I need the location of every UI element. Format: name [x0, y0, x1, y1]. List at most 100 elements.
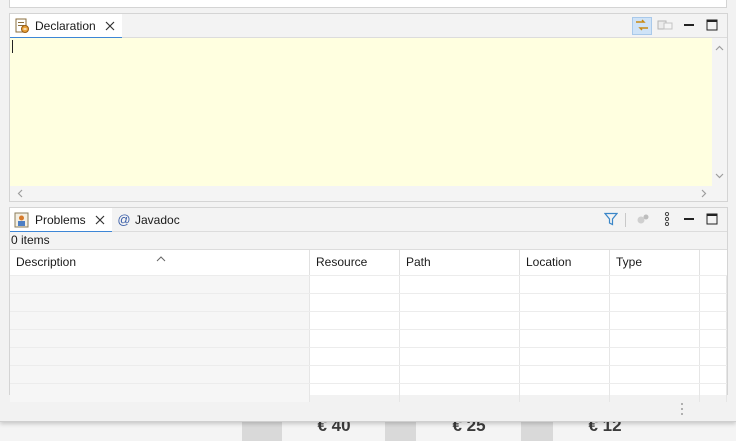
- scroll-up-icon[interactable]: [713, 41, 726, 54]
- column-header-description[interactable]: Description: [10, 250, 310, 275]
- column-label: Type: [616, 255, 643, 269]
- maximize-button[interactable]: [702, 17, 722, 35]
- filter-icon: [603, 212, 619, 229]
- tab-problems[interactable]: Problems: [10, 208, 112, 233]
- configure-contents-icon: [636, 212, 650, 229]
- minimize-button[interactable]: [679, 211, 699, 229]
- maximize-button[interactable]: [702, 211, 722, 229]
- text-caret: [12, 40, 13, 53]
- column-label: Path: [406, 255, 431, 269]
- close-icon[interactable]: [92, 212, 108, 228]
- table-cell: [610, 330, 700, 348]
- maximize-icon: [706, 19, 718, 34]
- table-cell: [400, 384, 520, 402]
- resize-grip-icon[interactable]: [681, 403, 683, 415]
- table-cell: [400, 294, 520, 312]
- sort-ascending-icon: [156, 247, 166, 262]
- table-cell: [520, 330, 610, 348]
- table-cell: [520, 312, 610, 330]
- column-header-type[interactable]: Type: [610, 250, 700, 275]
- tab-label: Javadoc: [135, 213, 180, 227]
- table-cell: [310, 276, 400, 294]
- table-cell: [310, 312, 400, 330]
- table-cell: [610, 312, 700, 330]
- column-label: Resource: [316, 255, 368, 269]
- table-row: [10, 311, 727, 330]
- open-input-icon: [657, 18, 673, 35]
- declaration-view: Declaration: [9, 13, 728, 202]
- table-cell: [10, 384, 310, 402]
- table-cell: [700, 312, 727, 330]
- table-cell: [10, 294, 310, 312]
- column-label: Location: [526, 255, 572, 269]
- problems-table: Description Resource Path Location Type: [10, 249, 727, 402]
- filter-button[interactable]: [601, 211, 621, 229]
- problems-tabbar: Problems @ Javadoc: [10, 208, 727, 233]
- minimize-icon: [683, 213, 695, 228]
- table-cell: [610, 348, 700, 366]
- view-menu-button[interactable]: [657, 211, 677, 229]
- column-header-resource[interactable]: Resource: [310, 250, 400, 275]
- minimize-icon: [683, 19, 695, 34]
- table-cell: [520, 366, 610, 384]
- table-row: [10, 275, 727, 294]
- table-cell: [700, 294, 727, 312]
- table-cell: [700, 348, 727, 366]
- tab-label: Problems: [35, 212, 86, 227]
- table-cell: [610, 294, 700, 312]
- table-cell: [10, 312, 310, 330]
- vertical-scrollbar[interactable]: [712, 38, 727, 186]
- table-cell: [520, 348, 610, 366]
- table-cell: [310, 384, 400, 402]
- open-input-button[interactable]: [655, 17, 675, 35]
- table-cell: [400, 366, 520, 384]
- table-cell: [700, 330, 727, 348]
- column-label: Description: [16, 255, 77, 269]
- table-cell: [520, 294, 610, 312]
- problems-count: 0 items: [10, 232, 727, 249]
- at-sign-icon: @: [117, 212, 131, 227]
- scroll-left-icon[interactable]: [13, 187, 26, 200]
- horizontal-scrollbar[interactable]: [10, 186, 727, 201]
- table-cell: [610, 366, 700, 384]
- table-row: [10, 347, 727, 366]
- table-cell: [610, 276, 700, 294]
- tab-declaration[interactable]: Declaration: [10, 14, 122, 39]
- declaration-view-icon: [14, 18, 30, 34]
- column-header-location[interactable]: Location: [520, 250, 610, 275]
- declaration-tabbar: Declaration: [10, 14, 727, 39]
- table-cell: [310, 348, 400, 366]
- upper-pane-edge: [9, 0, 727, 8]
- table-row: [10, 365, 727, 384]
- toolbar-separator: [625, 213, 626, 227]
- table-cell: [520, 384, 610, 402]
- link-with-editor-button[interactable]: [632, 17, 652, 35]
- table-cell: [700, 366, 727, 384]
- close-icon[interactable]: [102, 18, 118, 34]
- tab-javadoc[interactable]: @ Javadoc: [113, 208, 184, 232]
- table-cell: [10, 276, 310, 294]
- table-row: [10, 383, 727, 402]
- table-cell: [400, 276, 520, 294]
- table-cell: [10, 330, 310, 348]
- scroll-down-icon[interactable]: [713, 169, 726, 182]
- scroll-right-icon[interactable]: [697, 187, 710, 200]
- table-cell: [520, 276, 610, 294]
- table-cell: [400, 330, 520, 348]
- table-row: [10, 329, 727, 348]
- table-cell: [400, 312, 520, 330]
- declaration-source-area[interactable]: [10, 38, 712, 186]
- link-with-editor-icon: [634, 18, 650, 35]
- table-cell: [700, 276, 727, 294]
- table-cell: [310, 366, 400, 384]
- configure-contents-button[interactable]: [633, 211, 653, 229]
- table-cell: [10, 366, 310, 384]
- minimize-button[interactable]: [679, 17, 699, 35]
- table-cell: [700, 384, 727, 402]
- tab-label: Declaration: [35, 18, 96, 33]
- ide-window: Declaration Problems @ Javadoc 0 items D…: [0, 0, 736, 422]
- column-header-path[interactable]: Path: [400, 250, 520, 275]
- view-menu-icon: [664, 211, 670, 229]
- table-cell: [310, 330, 400, 348]
- maximize-icon: [706, 213, 718, 228]
